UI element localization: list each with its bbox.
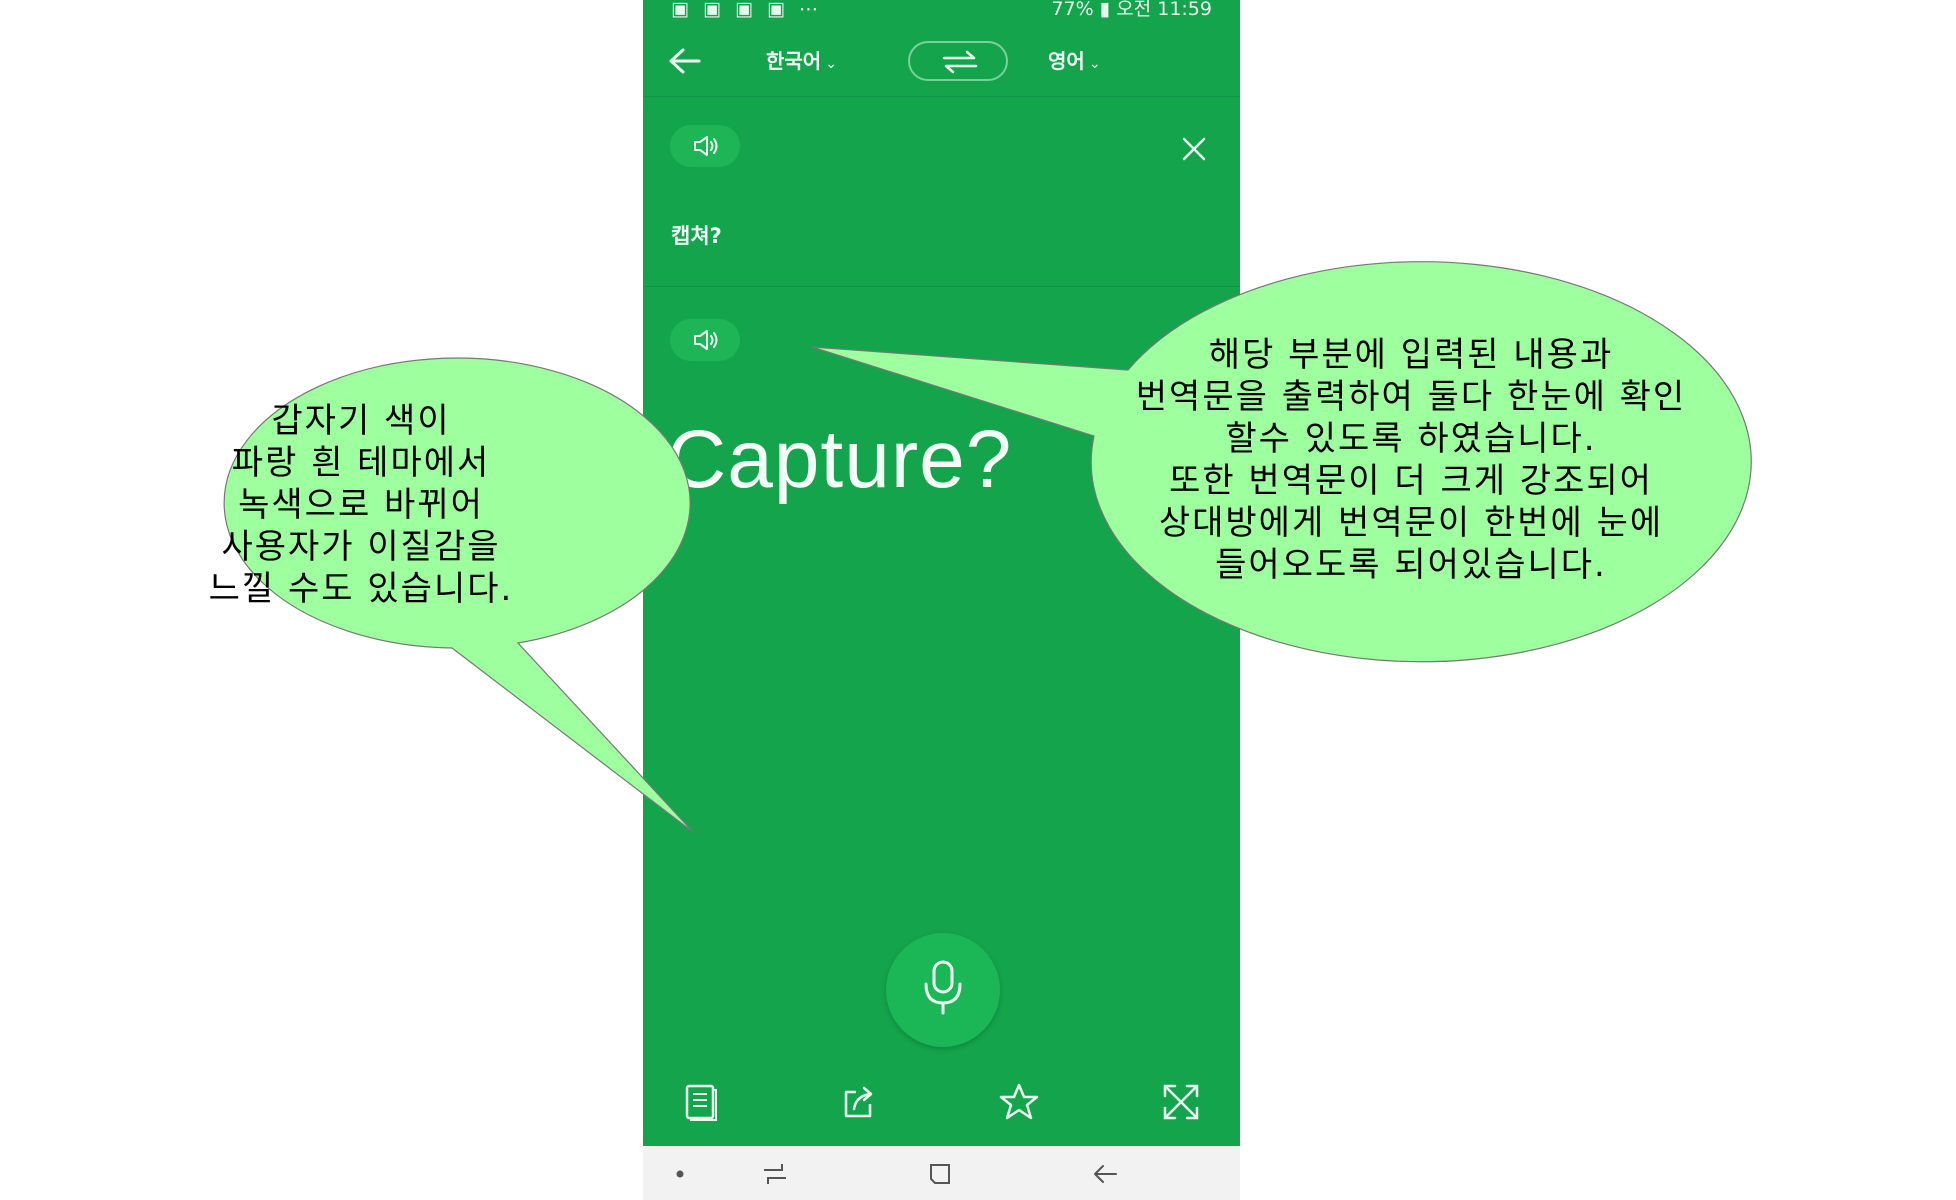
- swap-languages-button[interactable]: [908, 41, 1008, 81]
- back-arrow-icon[interactable]: [667, 46, 703, 76]
- close-icon[interactable]: [1181, 136, 1207, 162]
- star-favorite-icon[interactable]: [999, 1082, 1039, 1122]
- callout-right-line: 할수 있도록 하였습니다.: [1225, 419, 1597, 459]
- callout-right: 해당 부분에 입력된 내용과 번역문을 출력하여 둘다 한눈에 확인 할수 있도…: [1096, 334, 1726, 586]
- system-navigation-bar: [643, 1146, 1240, 1200]
- recent-apps-icon[interactable]: [760, 1160, 790, 1188]
- status-icons: ▣ ▣ ▣ ▣ ⋯: [671, 0, 822, 20]
- share-icon[interactable]: [840, 1082, 880, 1122]
- callout-left-line: 갑자기 색이: [271, 401, 451, 441]
- target-speaker-button[interactable]: [670, 319, 740, 361]
- nav-back-icon[interactable]: [1090, 1160, 1120, 1188]
- callout-right-line: 또한 번역문이 더 크게 강조되어: [1169, 461, 1653, 501]
- callout-left-line: 사용자가 이질감을: [221, 527, 501, 567]
- source-panel: 캡쳐?: [643, 96, 1240, 287]
- source-text: 캡쳐?: [671, 224, 722, 248]
- microphone-icon: [924, 960, 962, 1015]
- callout-right-line: 해당 부분에 입력된 내용과: [1208, 335, 1614, 375]
- swap-arrows-icon: [942, 50, 978, 74]
- status-bar: ▣ ▣ ▣ ▣ ⋯ 77% ▮ 오전 11:59: [643, 0, 1240, 22]
- status-battery-time: 77% ▮ 오전 11:59: [1051, 0, 1212, 20]
- callout-left-line: 파랑 흰 테마에서: [231, 443, 491, 483]
- callout-left-line: 느낄 수도 있습니다.: [208, 569, 514, 609]
- home-icon[interactable]: [925, 1160, 955, 1188]
- language-toolbar: 한국어 ⌄ 영어 ⌄: [643, 22, 1240, 97]
- callout-right-line: 들어오도록 되어있습니다.: [1215, 545, 1607, 585]
- fullscreen-expand-icon[interactable]: [1161, 1082, 1201, 1122]
- speaker-icon: [694, 330, 718, 350]
- speaker-icon: [694, 136, 718, 156]
- source-language-selector[interactable]: 한국어 ⌄: [766, 46, 837, 79]
- translated-text: Capture?: [667, 414, 1013, 505]
- chevron-down-icon: ⌄: [825, 56, 837, 72]
- target-language-label: 영어: [1048, 49, 1085, 73]
- chevron-down-icon: ⌄: [1088, 56, 1101, 72]
- nav-dot-icon[interactable]: [668, 1160, 698, 1188]
- history-book-icon[interactable]: [681, 1082, 721, 1122]
- source-speaker-button[interactable]: [670, 125, 740, 167]
- callout-left-line: 녹색으로 바뀌어: [238, 485, 484, 525]
- callout-left: 갑자기 색이 파랑 흰 테마에서 녹색으로 바뀌어 사용자가 이질감을 느낄 수…: [141, 400, 581, 610]
- source-language-label: 한국어: [766, 49, 822, 73]
- phone-screen: ▣ ▣ ▣ ▣ ⋯ 77% ▮ 오전 11:59 한국어 ⌄ 영어 ⌄ 캡쳐? …: [643, 0, 1240, 1200]
- microphone-button[interactable]: [886, 933, 1000, 1047]
- callout-right-line: 상대방에게 번역문이 한번에 눈에: [1158, 503, 1664, 543]
- callout-right-line: 번역문을 출력하여 둘다 한눈에 확인: [1135, 377, 1687, 417]
- target-language-selector[interactable]: 영어 ⌄: [1048, 46, 1101, 79]
